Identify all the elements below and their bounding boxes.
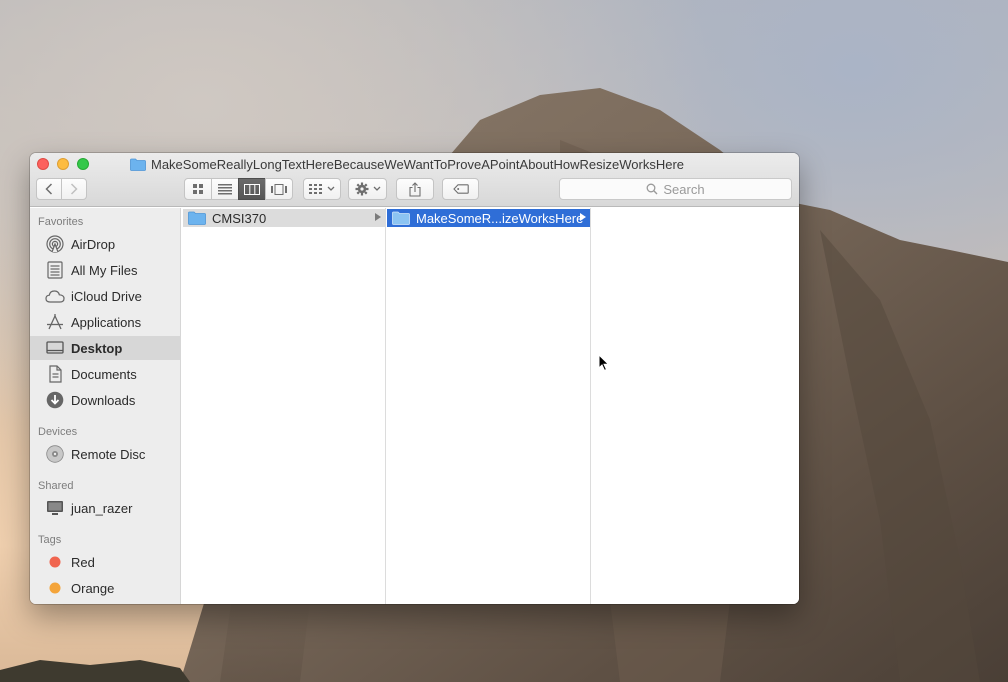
chevron-left-icon <box>45 183 53 195</box>
sidebar-item-tag-red[interactable]: Red <box>30 550 181 574</box>
sidebar-item-label: juan_razer <box>71 500 133 516</box>
sidebar-item-applications[interactable]: Applications <box>30 310 181 334</box>
folder-name: CMSI370 <box>212 210 267 226</box>
icon-view-button[interactable] <box>184 178 212 200</box>
sidebar-item-label: All My Files <box>71 262 138 278</box>
gear-icon <box>355 182 368 196</box>
back-button[interactable] <box>36 178 62 200</box>
sidebar-item-label: Documents <box>71 366 137 382</box>
column-1: CMSI370 <box>182 208 386 604</box>
sidebar-item-label: AirDrop <box>71 236 116 252</box>
column-3 <box>591 208 799 604</box>
folder-name: MakeSomeR...izeWorksHere <box>416 210 584 226</box>
red-tag-dot-icon <box>45 552 65 572</box>
maximize-window-button[interactable] <box>77 158 89 170</box>
sidebar-item-documents[interactable]: Documents <box>30 362 181 386</box>
arrange-button[interactable] <box>303 178 341 200</box>
mouse-cursor-icon <box>598 354 610 372</box>
disc-icon <box>45 444 65 464</box>
list-view-button[interactable] <box>211 178 239 200</box>
sidebar-item-label: Applications <box>71 314 142 330</box>
chevron-down-icon <box>327 186 335 191</box>
folder-icon <box>188 211 206 225</box>
share-icon <box>409 181 421 197</box>
list-view-icon <box>218 183 232 194</box>
disclosure-arrow-icon <box>375 213 381 221</box>
sidebar-item-label: Red <box>71 554 95 570</box>
sidebar-item-desktop[interactable]: Desktop <box>30 336 181 360</box>
airdrop-icon <box>45 234 65 254</box>
desktop-icon <box>45 338 65 358</box>
sidebar-header-devices: Devices <box>38 426 78 438</box>
column-2: MakeSomeR...izeWorksHere <box>386 208 591 604</box>
documents-icon <box>45 364 65 384</box>
share-button[interactable] <box>396 178 434 200</box>
minimize-window-button[interactable] <box>57 158 69 170</box>
sidebar-item-tag-orange[interactable]: Orange <box>30 576 181 600</box>
tags-button[interactable] <box>442 178 479 200</box>
sidebar: Favorites AirDrop All My Files iCloud Dr… <box>30 208 181 604</box>
cover-flow-view-button[interactable] <box>265 178 293 200</box>
sidebar-item-juan-razer[interactable]: juan_razer <box>30 496 181 520</box>
downloads-icon <box>45 390 65 410</box>
sidebar-header-tags: Tags <box>38 534 62 546</box>
sidebar-item-all-my-files[interactable]: All My Files <box>30 258 181 282</box>
sidebar-item-airdrop[interactable]: AirDrop <box>30 232 181 256</box>
folder-row-makesome[interactable]: MakeSomeR...izeWorksHere <box>387 209 590 227</box>
arrange-grid-icon <box>309 184 322 194</box>
all-files-icon <box>45 260 65 280</box>
folder-icon <box>130 158 146 171</box>
search-placeholder: Search <box>663 181 705 197</box>
sidebar-header-shared: Shared <box>38 480 74 492</box>
chevron-right-icon <box>70 183 78 195</box>
action-button[interactable] <box>348 178 387 200</box>
sidebar-item-label: Orange <box>71 580 115 596</box>
view-mode-control <box>184 178 293 200</box>
search-icon <box>646 183 658 195</box>
sidebar-item-label: Desktop <box>71 340 123 356</box>
sidebar-item-label: Remote Disc <box>71 446 146 462</box>
titlebar: MakeSomeReallyLongTextHereBecauseWeWantT… <box>30 153 799 207</box>
orange-tag-dot-icon <box>45 578 65 598</box>
forward-button[interactable] <box>61 178 87 200</box>
close-window-button[interactable] <box>37 158 49 170</box>
applications-icon <box>45 312 65 332</box>
cover-flow-icon <box>271 183 287 195</box>
sidebar-item-remote-disc[interactable]: Remote Disc <box>30 442 181 466</box>
computer-icon <box>45 498 65 518</box>
window-title: MakeSomeReallyLongTextHereBecauseWeWantT… <box>151 156 685 172</box>
disclosure-arrow-icon <box>580 213 586 221</box>
sidebar-header-favorites: Favorites <box>38 216 84 228</box>
column-view-icon <box>244 183 260 195</box>
window-title-bar: MakeSomeReallyLongTextHereBecauseWeWantT… <box>130 156 684 172</box>
folder-icon <box>392 211 410 225</box>
finder-window: MakeSomeReallyLongTextHereBecauseWeWantT… <box>30 153 799 604</box>
cloud-icon <box>45 286 65 306</box>
column-view-button[interactable] <box>238 178 266 200</box>
chevron-down-icon <box>373 186 380 191</box>
sidebar-item-label: iCloud Drive <box>71 288 142 304</box>
tag-icon <box>452 184 469 194</box>
sidebar-item-icloud-drive[interactable]: iCloud Drive <box>30 284 181 308</box>
folder-row-cmsi370[interactable]: CMSI370 <box>183 209 385 227</box>
sidebar-item-downloads[interactable]: Downloads <box>30 388 181 412</box>
sidebar-item-label: Downloads <box>71 392 136 408</box>
search-field[interactable]: Search <box>559 178 792 200</box>
icon-view-icon <box>193 184 203 194</box>
